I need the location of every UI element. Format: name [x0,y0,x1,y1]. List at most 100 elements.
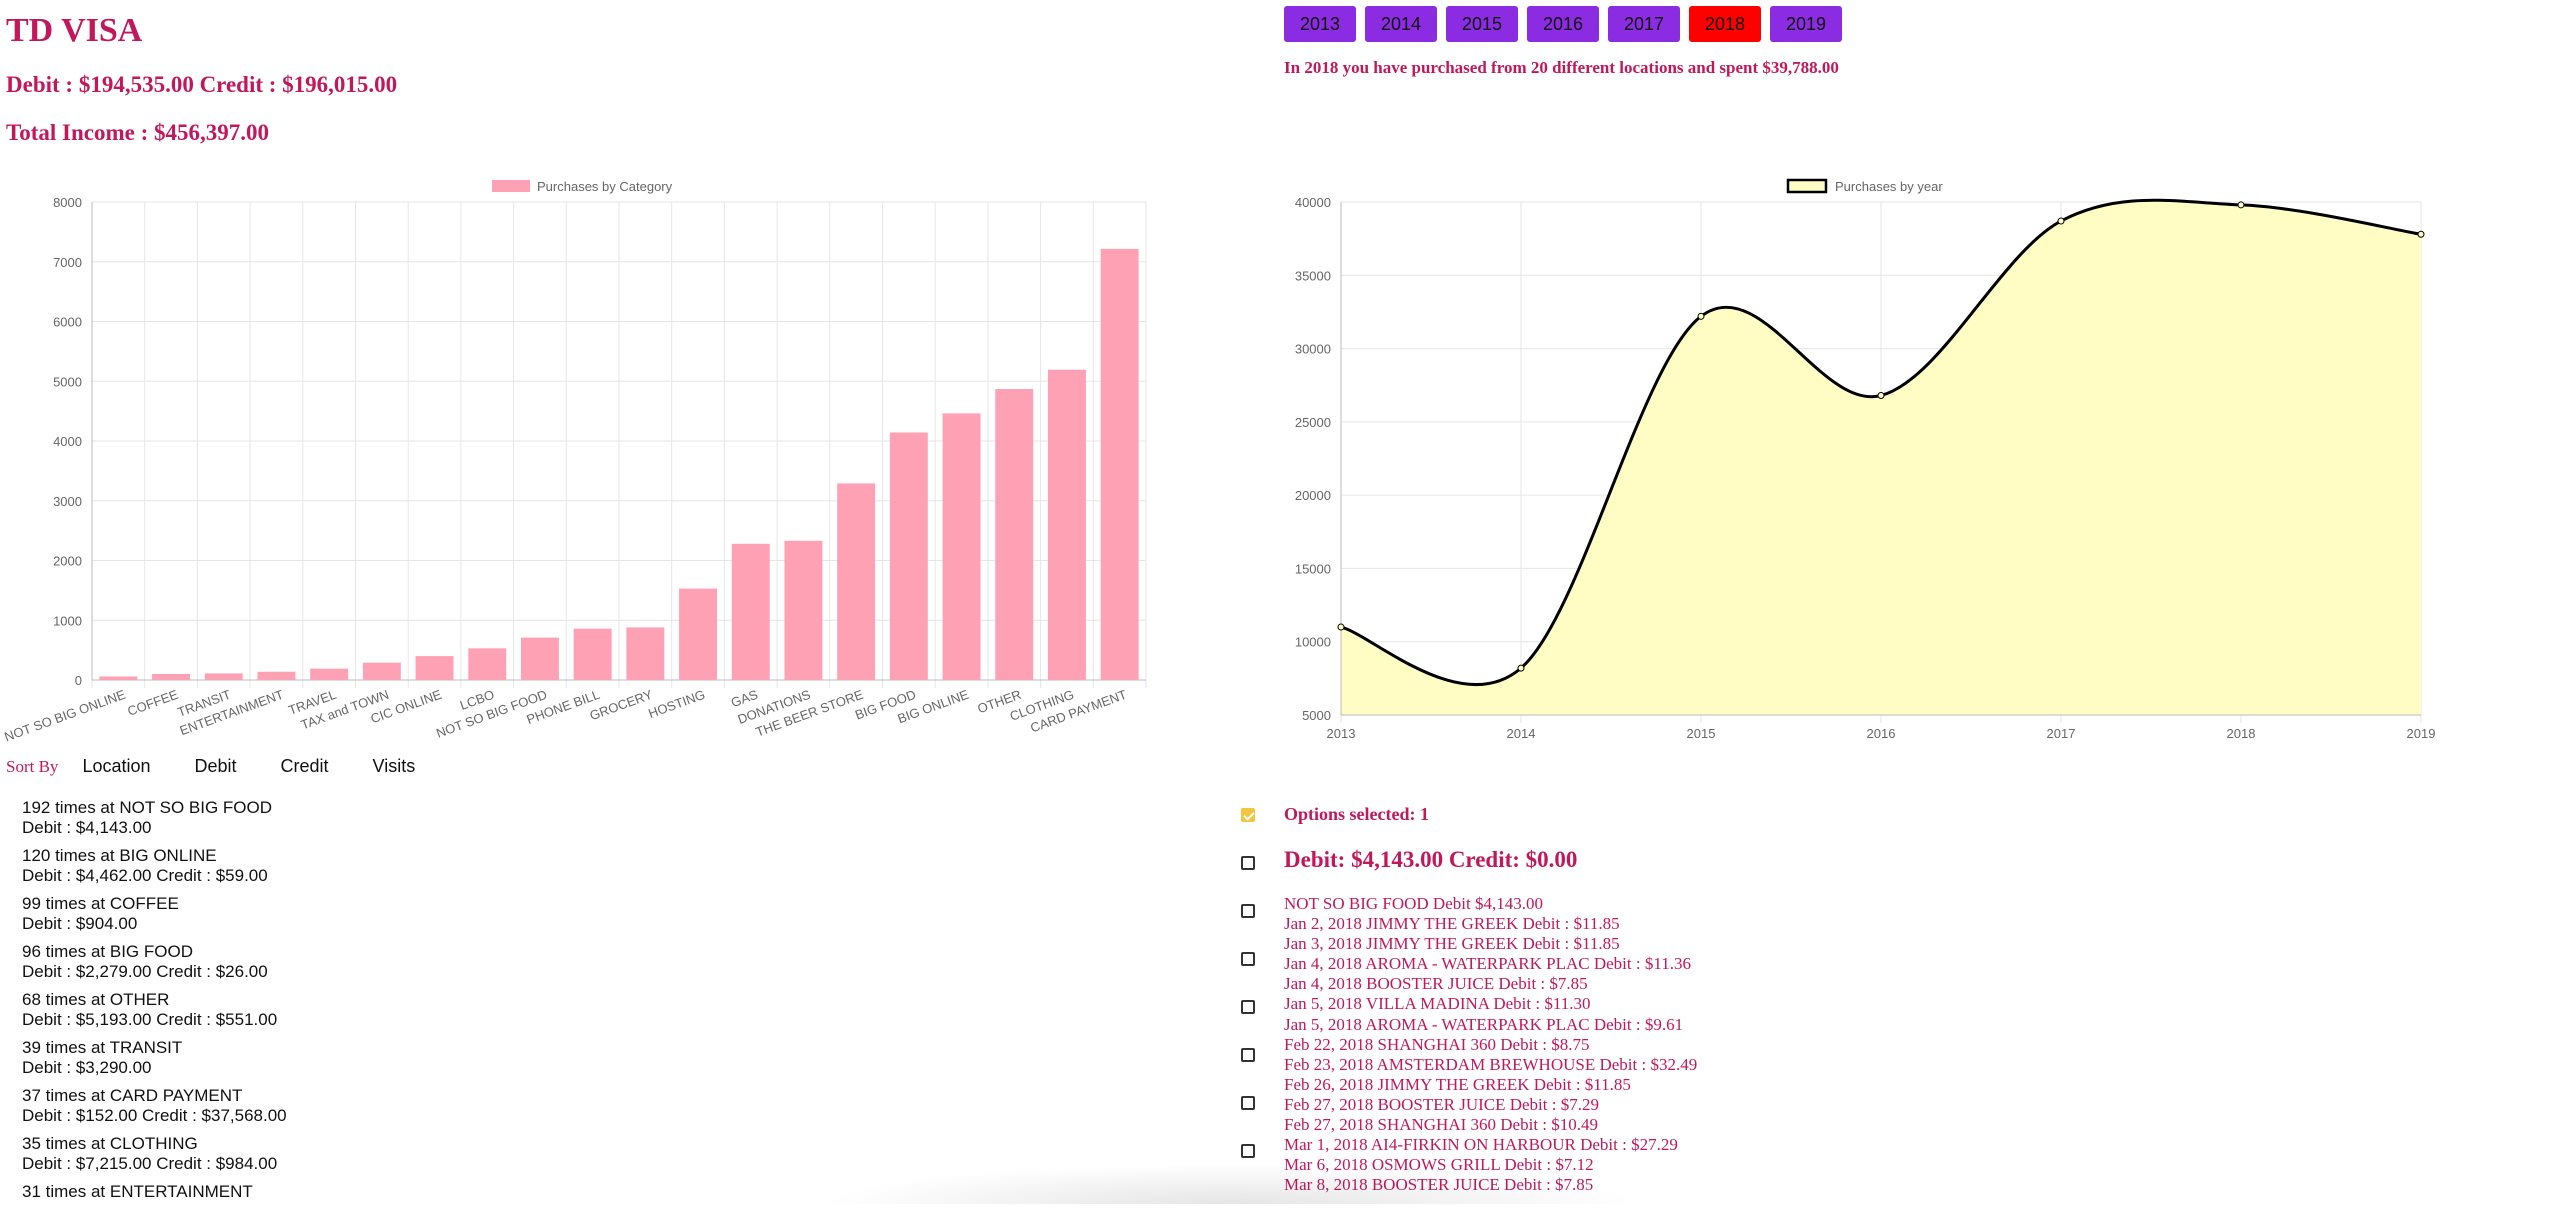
checkbox[interactable] [1241,1096,1255,1110]
legend-swatch [492,180,530,192]
location-item: 120 times at BIG ONLINE Debit : $4,462.00… [22,846,287,894]
year-button-2014[interactable]: 2014 [1365,6,1437,42]
bar [152,673,191,680]
sort-by-visits-button[interactable]: Visits [373,756,416,777]
transaction-line: Feb 22, 2018 SHANGHAI 360 Debit : $8.75 [1284,1034,1590,1054]
page-title: TD VISA [6,12,143,49]
x-tick-label: NOT SO BIG ONLINE [2,687,127,745]
bar [573,628,612,680]
checkbox[interactable] [1241,1048,1255,1062]
location-amounts: Debit : $4,462.00 Credit : $59.00 [22,866,268,885]
y-tick-label: 20000 [1295,488,1331,503]
bar [310,668,349,680]
y-tick-label: 7000 [53,255,82,270]
y-tick-label: 35000 [1295,268,1331,283]
location-visits: 120 times at BIG ONLINE [22,846,217,865]
x-tick-label: 2015 [1687,726,1716,741]
data-point [1517,664,1525,672]
sort-bar: Sort By Location Debit Credit Visits [6,756,459,777]
location-item: 68 times at OTHER Debit : $5,193.00 Credi… [22,990,287,1038]
category-bar-chart: Purchases by Category 0 1000 2000 3000 4000 50… [2,179,1147,744]
bar [257,671,296,680]
location-amounts: Debit : $4,143.00 [22,818,152,837]
location-item: 35 times at CLOTHING Debit : $7,215.00 Cr… [22,1134,287,1182]
location-amounts: Debit : $5,193.00 Credit : $551.00 [22,1010,278,1029]
y-tick-label: 10000 [1295,635,1331,650]
location-visits: 31 times at ENTERTAINMENT [22,1182,253,1201]
y-tick-label: 5000 [1302,708,1331,723]
area-chart-legend: Purchases by year [1786,178,1943,194]
options-selected-label: Options selected: 1 [1284,804,1429,824]
year-button-2013[interactable]: 2013 [1284,6,1356,42]
data-point [2057,217,2065,225]
transaction-line: Jan 5, 2018 AROMA - WATERPARK PLAC Debit… [1284,1014,1684,1034]
transaction-line: Jan 4, 2018 BOOSTER JUICE Debit : $7.85 [1284,974,1588,994]
location-item: 96 times at BIG FOOD Debit : $2,279.00 Cr… [22,942,287,990]
year-button-2018[interactable]: 2018 [1689,6,1761,42]
y-tick-label: 4000 [53,434,82,449]
y-tick-label: 0 [75,673,82,688]
bar [626,627,665,680]
checkbox[interactable] [1241,1144,1255,1158]
bar [995,389,1034,680]
location-amounts: Debit : $7,215.00 Credit : $984.00 [22,1154,278,1173]
x-tick-label: 2019 [2407,726,2436,741]
location-list: 192 times at NOT SO BIG FOOD Debit : $4,1… [22,798,287,1230]
y-tick-label: 25000 [1295,415,1331,430]
year-summary-message: In 2018 you have purchased from 20 diffe… [1284,58,1839,77]
checkbox[interactable] [1241,952,1255,966]
y-tick-label: 30000 [1295,342,1331,357]
year-button-2016[interactable]: 2016 [1527,6,1599,42]
sort-by-location-button[interactable]: Location [82,756,150,777]
location-item: 192 times at NOT SO BIG FOOD Debit : $4,1… [22,798,287,846]
transaction-line: Feb 27, 2018 BOOSTER JUICE Debit : $7.29 [1284,1094,1599,1114]
data-point [1697,312,1705,320]
x-tick-label: 2017 [2047,726,2076,741]
location-amounts: Debit : $2,279.00 Credit : $26.00 [22,962,268,981]
x-tick-label: 2016 [1867,726,1896,741]
bar [1047,369,1086,680]
sort-label: Sort By [6,756,59,776]
legend-swatch [1786,178,1828,194]
bar [362,662,401,680]
checkbox[interactable] [1241,1000,1255,1014]
bar [468,648,507,680]
location-visits: 39 times at TRANSIT [22,1038,183,1057]
year-button-2017[interactable]: 2017 [1608,6,1680,42]
transaction-line: Jan 4, 2018 AROMA - WATERPARK PLAC Debit… [1284,954,1691,974]
bar [99,676,138,680]
sort-by-credit-button[interactable]: Credit [281,756,329,777]
location-visits: 68 times at OTHER [22,990,170,1009]
bar [415,656,454,680]
x-tick-label: 2014 [1507,726,1536,741]
y-tick-label: 6000 [53,315,82,330]
transaction-line: Feb 26, 2018 JIMMY THE GREEK Debit : $11… [1284,1074,1631,1094]
data-point [1877,391,1885,399]
transaction-line: Jan 2, 2018 JIMMY THE GREEK Debit : $11.… [1284,914,1620,934]
checkbox[interactable] [1241,904,1255,918]
bottom-shadow [820,1164,1640,1204]
x-tick-label: 2018 [2227,726,2256,741]
bar [889,432,928,680]
y-tick-label: 3000 [53,494,82,509]
data-point [1337,623,1345,631]
checkbox-checked[interactable] [1241,808,1255,822]
legend-label: Purchases by Category [537,179,673,194]
data-point [2237,201,2245,209]
year-button-2015[interactable]: 2015 [1446,6,1518,42]
bar-chart-legend: Purchases by Category [492,179,673,194]
checkbox[interactable] [1241,856,1255,870]
bar [679,588,718,680]
location-visits: 192 times at NOT SO BIG FOOD [22,798,273,817]
y-tick-label: 5000 [53,374,82,389]
bar [784,540,823,680]
transaction-line: Feb 27, 2018 SHANGHAI 360 Debit : $10.49 [1284,1115,1599,1135]
total-income: Total Income : $456,397.00 [6,120,270,145]
transaction-line: Jan 3, 2018 JIMMY THE GREEK Debit : $11.… [1284,934,1620,954]
location-item: 37 times at CARD PAYMENT Debit : $152.00 … [22,1086,287,1134]
sort-by-debit-button[interactable]: Debit [195,756,237,777]
transaction-line: NOT SO BIG FOOD Debit $4,143.00 [1284,894,1543,913]
bar [837,483,876,680]
yearly-area-chart: Purchases by year 5000 10000 15000 20000 2500… [1295,178,2436,741]
year-button-2019[interactable]: 2019 [1770,6,1842,42]
